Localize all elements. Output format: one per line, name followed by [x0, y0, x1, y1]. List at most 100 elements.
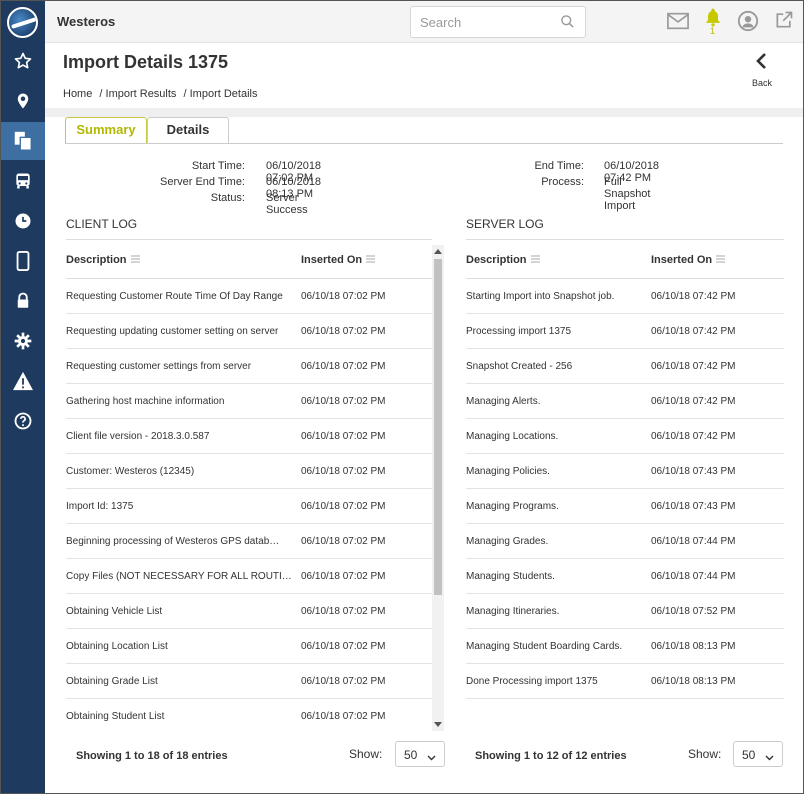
row-description: Managing Itineraries.	[466, 606, 560, 617]
row-inserted-on: 06/10/18 07:02 PM	[301, 396, 386, 407]
client-col-inserted-on[interactable]: Inserted On	[301, 254, 376, 266]
table-row[interactable]: Obtaining Vehicle List 06/10/18 07:02 PM	[66, 594, 432, 629]
row-inserted-on: 06/10/18 07:02 PM	[301, 536, 386, 547]
row-inserted-on: 06/10/18 07:02 PM	[301, 361, 386, 372]
user-icon[interactable]	[737, 10, 759, 37]
table-row[interactable]: Managing Locations. 06/10/18 07:42 PM	[466, 419, 784, 454]
sort-icon[interactable]	[530, 254, 540, 266]
scroll-up-icon[interactable]	[434, 249, 442, 254]
tablet-icon[interactable]	[1, 242, 45, 280]
row-description: Managing Policies.	[466, 466, 550, 477]
status-label: Status:	[210, 192, 245, 204]
scroll-thumb[interactable]	[434, 259, 442, 595]
table-row[interactable]: Managing Student Boarding Cards. 06/10/18…	[466, 629, 784, 664]
client-col-description[interactable]: Description	[66, 254, 140, 266]
bus-icon[interactable]	[1, 162, 45, 200]
gear-icon[interactable]	[1, 322, 45, 360]
tab-summary[interactable]: Summary	[65, 117, 147, 143]
row-inserted-on: 06/10/18 07:44 PM	[651, 571, 736, 582]
tab-details[interactable]: Details	[147, 117, 229, 143]
row-inserted-on: 06/10/18 07:02 PM	[301, 291, 386, 302]
scroll-down-icon[interactable]	[434, 722, 442, 727]
row-description: Requesting customer settings from server	[66, 361, 252, 372]
lock-icon[interactable]	[1, 282, 45, 320]
table-row[interactable]: Managing Grades. 06/10/18 07:44 PM	[466, 524, 784, 559]
table-row[interactable]: Obtaining Location List 06/10/18 07:02 PM	[66, 629, 432, 664]
table-row[interactable]: Managing Students. 06/10/18 07:44 PM	[466, 559, 784, 594]
sort-icon[interactable]	[716, 254, 726, 266]
row-description: Obtaining Grade List	[66, 676, 158, 687]
search-box[interactable]	[410, 6, 586, 38]
row-inserted-on: 06/10/18 07:43 PM	[651, 501, 736, 512]
server-page-size-select[interactable]: 50	[733, 741, 783, 767]
client-log-title: CLIENT LOG	[66, 217, 138, 231]
server-col-description[interactable]: Description	[466, 254, 540, 266]
row-inserted-on: 06/10/18 07:02 PM	[301, 571, 386, 582]
client-page-size-select[interactable]: 50	[395, 741, 445, 767]
client-log-scrollbar[interactable]	[432, 245, 444, 731]
notification-count: 1	[710, 26, 716, 36]
table-row[interactable]: Obtaining Student List 06/10/18 07:02 PM	[66, 699, 432, 727]
sort-icon[interactable]	[130, 254, 140, 266]
table-row[interactable]: Managing Itineraries. 06/10/18 07:52 PM	[466, 594, 784, 629]
table-row[interactable]: Copy Files (NOT NECESSARY FOR ALL ROUTIN…	[66, 559, 432, 594]
client-log-header: Description Inserted On	[66, 239, 432, 279]
warning-icon[interactable]	[1, 362, 45, 400]
server-log-header: Description Inserted On	[466, 239, 784, 279]
table-row[interactable]: Done Processing import 1375 06/10/18 08:1…	[466, 664, 784, 699]
table-row[interactable]: Requesting updating customer setting on …	[66, 314, 432, 349]
back-button[interactable]: Back	[747, 53, 777, 88]
row-inserted-on: 06/10/18 07:42 PM	[651, 431, 736, 442]
table-row[interactable]: Requesting Customer Route Time Of Day Ra…	[66, 279, 432, 314]
logo-icon[interactable]	[7, 7, 38, 38]
row-description: Managing Student Boarding Cards.	[466, 641, 623, 652]
star-icon[interactable]	[1, 42, 45, 80]
table-row[interactable]: Requesting customer settings from server…	[66, 349, 432, 384]
client-log-entries-info: Showing 1 to 18 of 18 entries	[76, 750, 228, 762]
table-row[interactable]: Snapshot Created - 256 06/10/18 07:42 PM	[466, 349, 784, 384]
row-description: Gathering host machine information	[66, 396, 225, 407]
row-inserted-on: 06/10/18 07:02 PM	[301, 431, 386, 442]
server-col-inserted-on[interactable]: Inserted On	[651, 254, 726, 266]
row-description: Requesting updating customer setting on …	[66, 326, 279, 337]
table-row[interactable]: Managing Alerts. 06/10/18 07:42 PM	[466, 384, 784, 419]
table-row[interactable]: Customer: Westeros (12345) 06/10/18 07:02…	[66, 454, 432, 489]
breadcrumb-import-results[interactable]: / Import Results	[99, 88, 176, 100]
table-row[interactable]: Beginning processing of Westeros GPS dat…	[66, 524, 432, 559]
page-size-value: 50	[404, 748, 418, 762]
server-log-entries-info: Showing 1 to 12 of 12 entries	[475, 750, 627, 762]
map-pin-icon[interactable]	[1, 82, 45, 120]
row-inserted-on: 06/10/18 07:02 PM	[301, 676, 386, 687]
row-inserted-on: 06/10/18 07:42 PM	[651, 396, 736, 407]
external-link-icon[interactable]	[773, 10, 795, 35]
chevron-down-icon	[427, 750, 436, 764]
row-description: Done Processing import 1375	[466, 676, 598, 687]
table-row[interactable]: Managing Policies. 06/10/18 07:43 PM	[466, 454, 784, 489]
search-icon[interactable]	[560, 14, 575, 34]
row-inserted-on: 06/10/18 07:02 PM	[301, 501, 386, 512]
table-row[interactable]: Client file version - 2018.3.0.587 06/10/…	[66, 419, 432, 454]
import-details-panel: Summary Details Start Time: 06/10/2018 0…	[55, 117, 793, 787]
row-inserted-on: 06/10/18 07:44 PM	[651, 536, 736, 547]
row-description: Copy Files (NOT NECESSARY FOR ALL ROUTIN…	[66, 571, 294, 582]
table-row[interactable]: Managing Programs. 06/10/18 07:43 PM	[466, 489, 784, 524]
documents-icon[interactable]	[1, 122, 45, 160]
table-row[interactable]: Processing import 1375 06/10/18 07:42 PM	[466, 314, 784, 349]
clock-icon[interactable]	[1, 202, 45, 240]
breadcrumb: Home / Import Results / Import Details	[63, 88, 261, 100]
row-description: Import Id: 1375	[66, 501, 134, 512]
table-row[interactable]: Starting Import into Snapshot job. 06/10/…	[466, 279, 784, 314]
help-icon[interactable]	[1, 402, 45, 440]
mail-icon[interactable]	[667, 12, 689, 35]
breadcrumb-home[interactable]: Home	[63, 88, 92, 100]
sort-icon[interactable]	[366, 254, 376, 266]
row-inserted-on: 06/10/18 07:43 PM	[651, 466, 736, 477]
client-log-table: Description Inserted On Requesting Custo…	[66, 239, 446, 727]
table-row[interactable]: Obtaining Grade List 06/10/18 07:02 PM	[66, 664, 432, 699]
row-description: Beginning processing of Westeros GPS dat…	[66, 536, 280, 547]
table-row[interactable]: Import Id: 1375 06/10/18 07:02 PM	[66, 489, 432, 524]
search-input[interactable]	[411, 7, 551, 37]
client-show-label: Show:	[349, 747, 383, 761]
app-title: Westeros	[57, 14, 116, 29]
table-row[interactable]: Gathering host machine information 06/10/…	[66, 384, 432, 419]
